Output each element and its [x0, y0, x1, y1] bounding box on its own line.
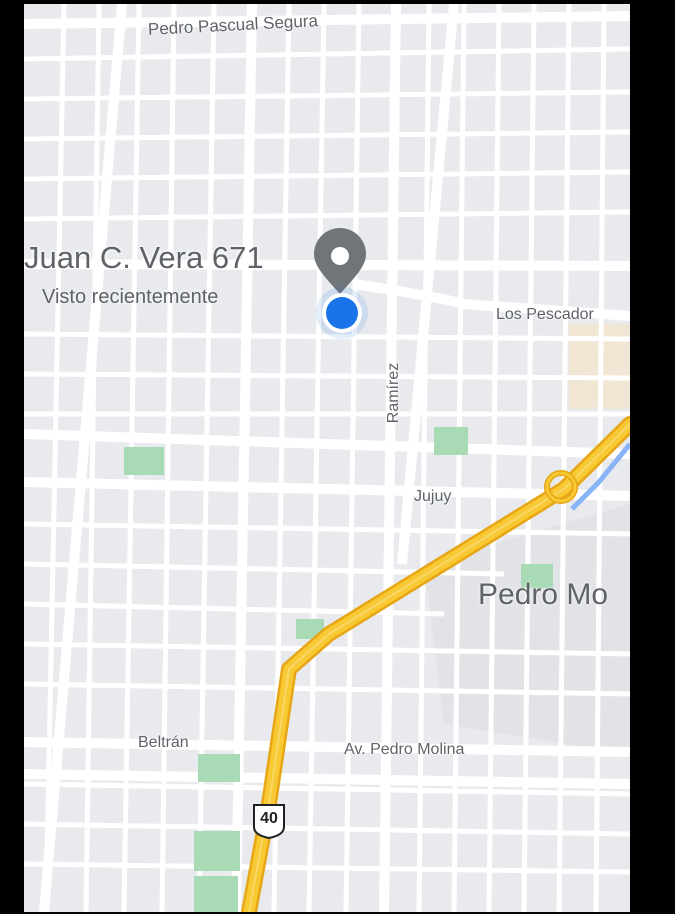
- place-title[interactable]: Juan C. Vera 671: [24, 240, 264, 276]
- street-label: Jujuy: [414, 488, 452, 505]
- park: [124, 447, 164, 475]
- district-label: Pedro Mo: [478, 578, 609, 611]
- street-label: Av. Pedro Molina: [344, 741, 465, 758]
- park: [434, 427, 468, 455]
- route-shield-number: 40: [260, 810, 278, 827]
- park: [194, 831, 240, 871]
- place-subtitle: Visto recientemente: [42, 286, 219, 308]
- street-label: Los Pescador: [496, 306, 594, 323]
- street-label: Ramírez: [385, 362, 403, 424]
- street-label: Beltrán: [138, 734, 189, 751]
- map-canvas[interactable]: [24, 4, 630, 912]
- current-location-icon[interactable]: [316, 287, 368, 339]
- park: [198, 754, 240, 782]
- park: [194, 876, 238, 912]
- map-view[interactable]: Pedro Pascual Segura Los Pescador Ramíre…: [24, 4, 630, 912]
- route-shield-icon: 40: [250, 801, 288, 839]
